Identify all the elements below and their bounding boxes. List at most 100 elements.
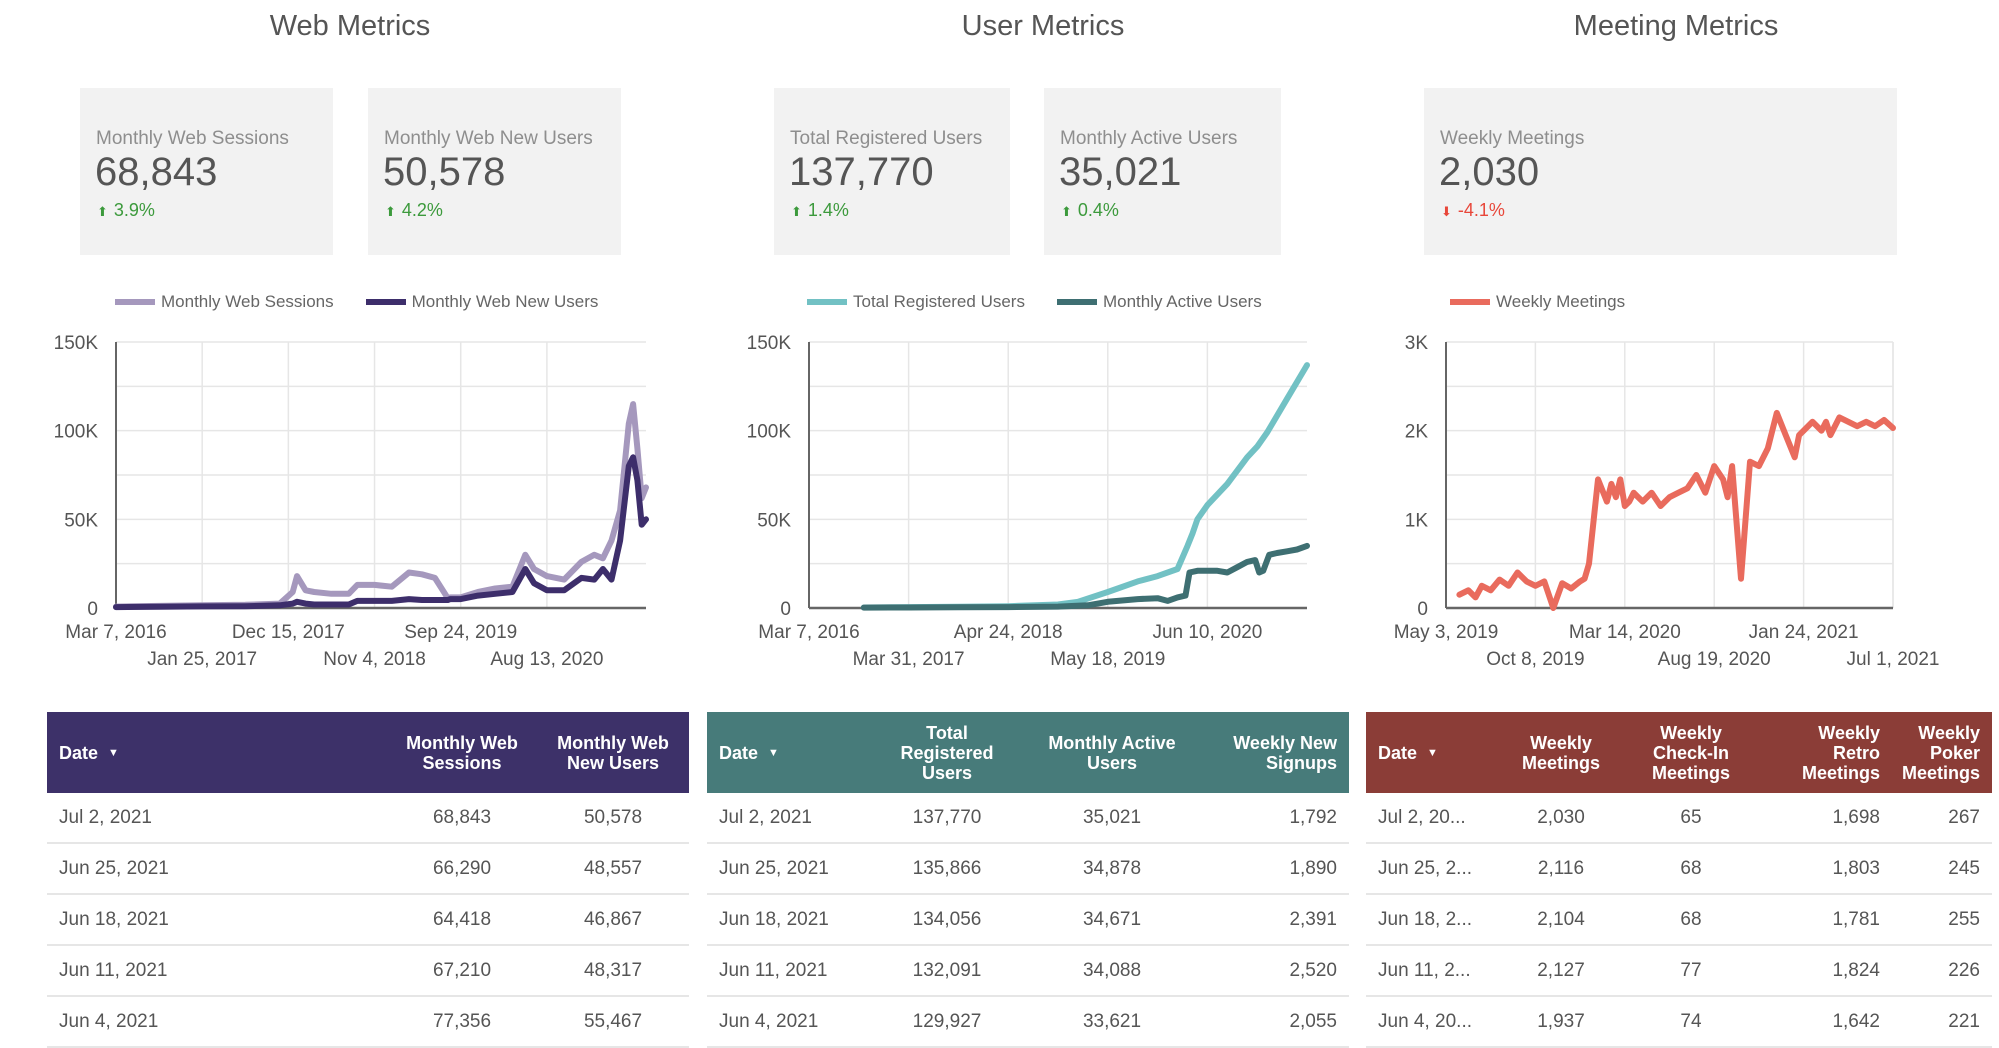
series-line-monthly-web-sessions bbox=[113, 401, 649, 610]
x-tick-label: Mar 31, 2017 bbox=[853, 649, 965, 670]
cell-date: Jun 18, 2021 bbox=[59, 908, 169, 930]
table-row[interactable]: Jun 4, 2021 77,356 55,467 bbox=[47, 997, 689, 1048]
table-row[interactable]: Jun 11, 2... 2,127 77 1,824 226 bbox=[1366, 946, 1992, 997]
column-header[interactable]: Weekly New Signups bbox=[1197, 712, 1349, 793]
table-row[interactable]: Jul 2, 2021 68,843 50,578 bbox=[47, 793, 689, 844]
x-tick-label: Mar 7, 2016 bbox=[758, 622, 859, 643]
cell-value: 267 bbox=[1948, 806, 1980, 828]
column-header-label: Monthly Web Sessions bbox=[406, 732, 518, 773]
y-tick-label: 150K bbox=[54, 333, 99, 354]
x-tick-label: Dec 15, 2017 bbox=[232, 622, 345, 643]
cell-value: 64,418 bbox=[432, 908, 492, 930]
column-header[interactable]: Weekly Poker Meetings bbox=[1892, 712, 1992, 793]
charts-canvas: Mar 7, 2016 Jan 25, 2017 Dec 15, 2017 Nov 4… bbox=[54, 333, 1940, 670]
table-row[interactable]: Jun 25, 2021 135,866 34,878 1,890 bbox=[707, 844, 1349, 895]
column-header-label: Date bbox=[59, 742, 99, 763]
y-tick-label: 1K bbox=[1405, 510, 1429, 531]
cell-value: 245 bbox=[1948, 857, 1980, 879]
column-header[interactable]: Total Registered Users bbox=[867, 712, 1027, 793]
x-tick-label: Sep 24, 2019 bbox=[404, 622, 517, 643]
table-row[interactable]: Jun 4, 20... 1,937 74 1,642 221 bbox=[1366, 997, 1992, 1048]
cell-value: 68,843 bbox=[432, 806, 492, 828]
cell-value: 67,210 bbox=[432, 959, 492, 981]
cell-value: 33,621 bbox=[1082, 1010, 1142, 1032]
user-metrics-table: Date ▼ Total Registered Users Monthly Activ… bbox=[707, 712, 1349, 1048]
sort-descending-icon[interactable]: ▼ bbox=[768, 743, 779, 763]
column-header-date[interactable]: Date ▼ bbox=[47, 712, 387, 793]
meeting-metrics-table: Date ▼ Weekly Meetings Weekly Check-In Meet… bbox=[1366, 712, 1992, 1048]
table-row[interactable]: Jun 4, 2021 129,927 33,621 2,055 bbox=[707, 997, 1349, 1048]
x-tick-label: Jul 1, 2021 bbox=[1847, 649, 1940, 670]
cell-value: 34,671 bbox=[1082, 908, 1142, 930]
column-header-label: Weekly Meetings bbox=[1521, 732, 1600, 773]
cell-value: 77,356 bbox=[432, 1010, 492, 1032]
cell-date: Jun 18, 2... bbox=[1378, 908, 1473, 930]
column-header[interactable]: Weekly Check-In Meetings bbox=[1626, 712, 1756, 793]
y-tick-label: 150K bbox=[747, 333, 792, 354]
column-header-label: Monthly Web New Users bbox=[557, 732, 669, 773]
cell-value: 2,391 bbox=[1289, 908, 1337, 930]
column-header-label: Total Registered Users bbox=[900, 722, 994, 783]
column-header-label: Monthly Active Users bbox=[1048, 732, 1176, 773]
cell-value: 74 bbox=[1680, 1010, 1702, 1032]
cell-value: 46,867 bbox=[583, 908, 643, 930]
cell-date: Jun 11, 2021 bbox=[59, 959, 168, 981]
cell-value: 66,290 bbox=[432, 857, 492, 879]
cell-value: 2,116 bbox=[1537, 857, 1585, 879]
table-row[interactable]: Jul 2, 20... 2,030 65 1,698 267 bbox=[1366, 793, 1992, 844]
cell-value: 135,866 bbox=[912, 857, 982, 879]
table-row[interactable]: Jun 18, 2021 64,418 46,867 bbox=[47, 895, 689, 946]
cell-value: 2,030 bbox=[1537, 806, 1585, 828]
cell-date: Jun 18, 2021 bbox=[719, 908, 829, 930]
sort-descending-icon[interactable]: ▼ bbox=[108, 743, 119, 763]
cell-date: Jun 4, 20... bbox=[1378, 1010, 1473, 1032]
cell-value: 1,824 bbox=[1832, 959, 1880, 981]
table-header: Date ▼ Weekly Meetings Weekly Check-In Meet… bbox=[1366, 712, 1992, 793]
cell-date: Jun 25, 2021 bbox=[59, 857, 169, 879]
x-tick-label: Oct 8, 2019 bbox=[1486, 649, 1584, 670]
y-tick-label: 100K bbox=[747, 422, 792, 443]
table-row[interactable]: Jun 18, 2... 2,104 68 1,781 255 bbox=[1366, 895, 1992, 946]
table-row[interactable]: Jun 18, 2021 134,056 34,671 2,391 bbox=[707, 895, 1349, 946]
sort-descending-icon[interactable]: ▼ bbox=[1427, 743, 1438, 763]
column-header-label: Weekly Check-In Meetings bbox=[1651, 722, 1730, 783]
cell-value: 255 bbox=[1948, 908, 1980, 930]
x-tick-label: Nov 4, 2018 bbox=[323, 649, 425, 670]
column-header-date[interactable]: Date ▼ bbox=[1366, 712, 1496, 793]
cell-value: 34,088 bbox=[1082, 959, 1142, 981]
cell-value: 134,056 bbox=[912, 908, 982, 930]
table-row[interactable]: Jun 25, 2... 2,116 68 1,803 245 bbox=[1366, 844, 1992, 895]
column-header[interactable]: Weekly Meetings bbox=[1496, 712, 1626, 793]
cell-value: 50,578 bbox=[583, 806, 643, 828]
cell-value: 1,890 bbox=[1289, 857, 1337, 879]
column-header[interactable]: Monthly Web Sessions bbox=[387, 712, 537, 793]
table-row[interactable]: Jun 11, 2021 67,210 48,317 bbox=[47, 946, 689, 997]
cell-date: Jun 25, 2021 bbox=[719, 857, 829, 879]
column-header[interactable]: Monthly Web New Users bbox=[537, 712, 689, 793]
y-tick-label: 50K bbox=[757, 510, 791, 531]
cell-value: 2,520 bbox=[1289, 959, 1337, 981]
cell-value: 1,642 bbox=[1832, 1010, 1880, 1032]
table-row[interactable]: Jun 25, 2021 66,290 48,557 bbox=[47, 844, 689, 895]
cell-value: 1,937 bbox=[1537, 1010, 1585, 1032]
cell-value: 1,792 bbox=[1289, 806, 1337, 828]
y-tick-label: 0 bbox=[87, 599, 98, 620]
x-tick-label: Aug 13, 2020 bbox=[490, 649, 603, 670]
cell-value: 221 bbox=[1948, 1010, 1980, 1032]
cell-date: Jun 25, 2... bbox=[1378, 857, 1473, 879]
table-row[interactable]: Jul 2, 2021 137,770 35,021 1,792 bbox=[707, 793, 1349, 844]
column-header[interactable]: Weekly Retro Meetings bbox=[1756, 712, 1892, 793]
cell-value: 48,557 bbox=[583, 857, 643, 879]
cell-date: Jun 11, 2... bbox=[1378, 959, 1471, 981]
x-tick-label: Apr 24, 2018 bbox=[954, 622, 1063, 643]
column-header[interactable]: Monthly Active Users bbox=[1027, 712, 1197, 793]
cell-value: 65 bbox=[1680, 806, 1702, 828]
series-line-weekly-meetings bbox=[1456, 409, 1896, 611]
cell-value: 137,770 bbox=[912, 806, 982, 828]
y-tick-label: 2K bbox=[1405, 422, 1429, 443]
cell-value: 2,104 bbox=[1537, 908, 1585, 930]
y-tick-label: 0 bbox=[1417, 599, 1428, 620]
table-row[interactable]: Jun 11, 2021 132,091 34,088 2,520 bbox=[707, 946, 1349, 997]
column-header-date[interactable]: Date ▼ bbox=[707, 712, 867, 793]
x-tick-label: Jan 25, 2017 bbox=[147, 649, 257, 670]
